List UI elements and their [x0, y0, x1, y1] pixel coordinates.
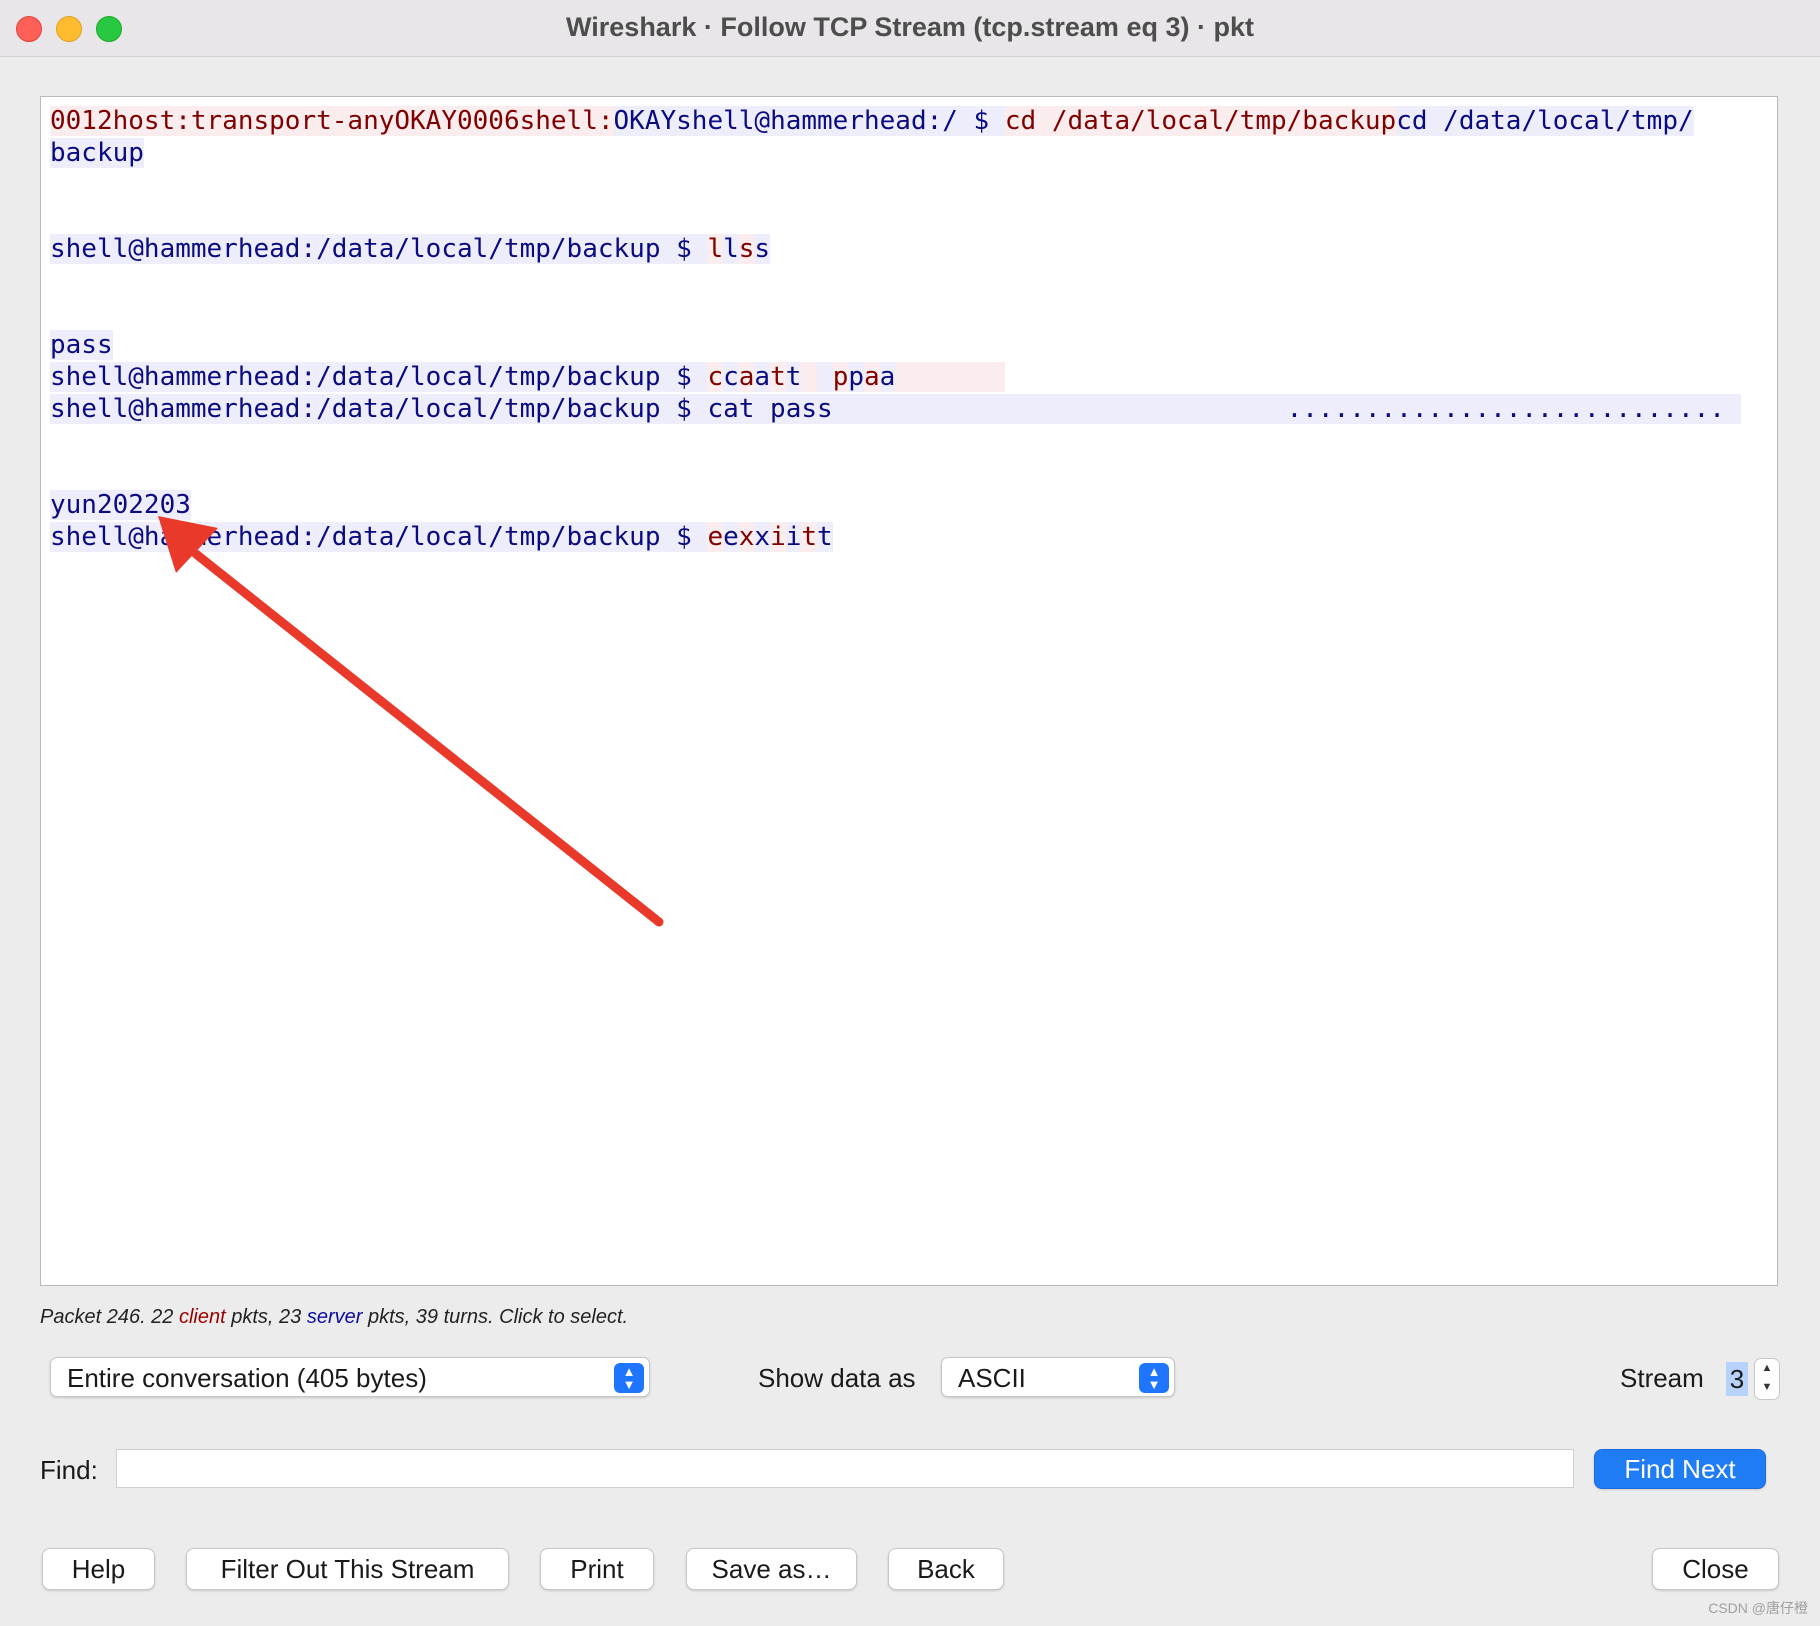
server-segment: yun202203	[50, 490, 191, 520]
server-segment: cd /data/local/tmp/	[1396, 106, 1694, 136]
title-bar: Wireshark · Follow TCP Stream (tcp.strea…	[0, 0, 1820, 57]
server-segment: backup	[50, 138, 144, 168]
stepper-down-icon[interactable]: ▼	[1755, 1378, 1779, 1397]
client-segment: x	[738, 522, 755, 552]
server-segment: p	[848, 362, 865, 392]
stream-line: 0012host:transport-anyOKAY0006shell:OKAY…	[50, 105, 1768, 137]
server-segment: a	[754, 362, 771, 392]
server-segment: a	[879, 362, 896, 392]
conversation-select-value: Entire conversation (405 bytes)	[67, 1363, 427, 1393]
server-segment: x	[754, 522, 771, 552]
stream-stepper[interactable]: ▲ ▼	[1754, 1358, 1780, 1400]
server-segment: t	[785, 362, 802, 392]
show-data-select-value: ASCII	[958, 1363, 1026, 1393]
client-segment: a	[738, 362, 755, 392]
stream-line: shell@hammerhead:/data/local/tmp/backup …	[50, 361, 1768, 393]
client-segment: cd /data/local/tmp/backup	[1004, 106, 1397, 136]
stream-line	[50, 201, 1768, 233]
close-button[interactable]: Close	[1652, 1548, 1779, 1590]
stream-line	[50, 425, 1768, 457]
client-segment: s	[738, 234, 755, 264]
stream-line: shell@hammerhead:/data/local/tmp/backup …	[50, 393, 1768, 425]
client-segment: l	[707, 234, 724, 264]
stream-line: shell@hammerhead:/data/local/tmp/backup …	[50, 521, 1768, 553]
stream-line	[50, 297, 1768, 329]
conversation-select[interactable]: Entire conversation (405 bytes) ▲ ▼	[50, 1357, 650, 1397]
stream-content-area[interactable]: 0012host:transport-anyOKAY0006shell:OKAY…	[40, 96, 1778, 1286]
client-segment: a	[864, 362, 880, 392]
stream-number-field[interactable]: 3	[1726, 1362, 1748, 1396]
stream-label: Stream	[1620, 1363, 1704, 1393]
show-data-label: Show data as	[758, 1363, 916, 1393]
watermark: CSDN @唐仔橙	[1708, 1600, 1808, 1616]
status-prefix: Packet 246. 22	[40, 1306, 179, 1328]
server-segment: i	[785, 522, 802, 552]
stream-status-text[interactable]: Packet 246. 22 client pkts, 23 server pk…	[40, 1306, 628, 1329]
server-segment: e	[723, 522, 739, 552]
client-segment	[895, 362, 1005, 392]
status-client-label: client	[178, 1306, 226, 1328]
stream-line: shell@hammerhead:/data/local/tmp/backup …	[50, 233, 1768, 265]
status-mid: pkts, 23	[225, 1306, 307, 1328]
client-segment: c	[707, 362, 724, 392]
print-button[interactable]: Print	[540, 1548, 654, 1590]
server-segment: shell@hammerhead:/data/local/tmp/backup …	[50, 362, 708, 392]
find-input[interactable]	[116, 1449, 1574, 1488]
stream-line	[50, 265, 1768, 297]
show-data-select[interactable]: ASCII ▲ ▼	[941, 1357, 1175, 1397]
save-as-button[interactable]: Save as…	[686, 1548, 857, 1590]
server-segment: shell@hammerhead:/data/local/tmp/backup …	[50, 522, 708, 552]
server-segment	[817, 362, 833, 392]
stream-line: yun202203	[50, 489, 1768, 521]
filter-out-stream-button[interactable]: Filter Out This Stream	[186, 1548, 509, 1590]
server-segment: shell@hammerhead:/data/local/tmp/backup …	[50, 394, 1741, 424]
server-segment: shell@hammerhead:/data/local/tmp/backup …	[50, 234, 708, 264]
server-segment: c	[723, 362, 739, 392]
server-segment: s	[754, 234, 771, 264]
help-button[interactable]: Help	[42, 1548, 155, 1590]
window-title: Wireshark · Follow TCP Stream (tcp.strea…	[566, 12, 1254, 42]
stream-line: backup	[50, 137, 1768, 169]
client-segment: t	[801, 522, 818, 552]
client-segment: 0012host:transport-anyOKAY0006shell:	[50, 106, 614, 136]
server-segment: pass	[50, 330, 113, 360]
client-segment: p	[832, 362, 849, 392]
chevron-updown-icon: ▲ ▼	[1139, 1363, 1169, 1393]
client-segment	[801, 362, 818, 392]
client-segment: i	[770, 522, 786, 552]
find-label: Find:	[40, 1455, 98, 1485]
stepper-up-icon[interactable]: ▲	[1755, 1359, 1779, 1378]
server-segment: OKAYshell@hammerhead:/ $	[613, 106, 1005, 136]
back-button[interactable]: Back	[888, 1548, 1004, 1590]
chevron-updown-icon: ▲ ▼	[614, 1363, 644, 1393]
find-next-button[interactable]: Find Next	[1594, 1449, 1766, 1489]
stream-line	[50, 169, 1768, 201]
server-segment: l	[723, 234, 739, 264]
client-segment: t	[770, 362, 786, 392]
status-suffix: pkts, 39 turns. Click to select.	[362, 1306, 629, 1328]
stream-line	[50, 457, 1768, 489]
server-segment: t	[817, 522, 833, 552]
stream-line: pass	[50, 329, 1768, 361]
status-server-label: server	[306, 1306, 363, 1328]
client-segment: e	[707, 522, 724, 552]
